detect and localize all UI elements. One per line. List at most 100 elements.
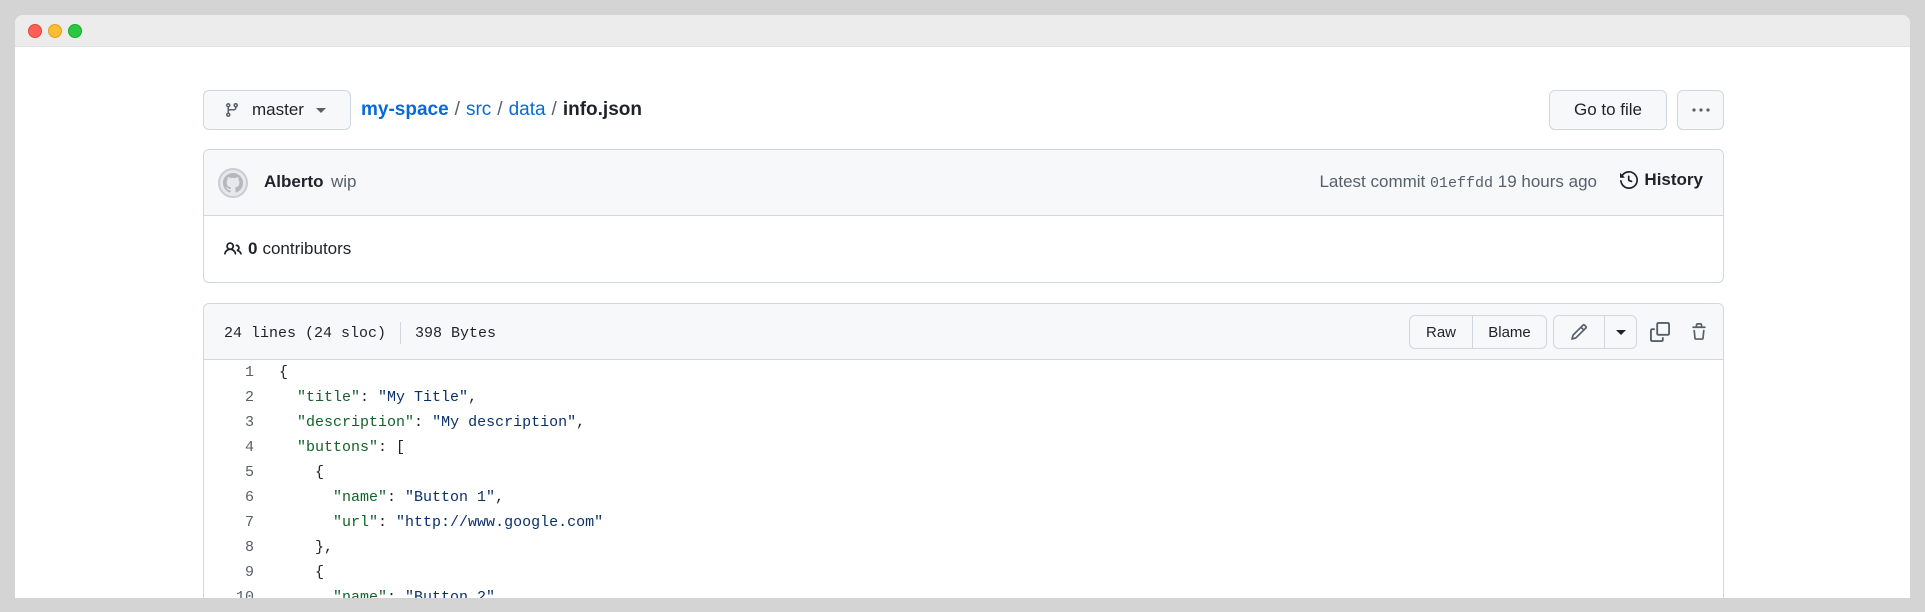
line-content: "name": "Button 1", bbox=[279, 489, 504, 506]
json-string: "My description" bbox=[432, 414, 577, 431]
latest-commit-row: Alberto wip Latest commit 01effdd 19 hou… bbox=[204, 150, 1723, 216]
code-line: 7 "url": "http://www.google.com" bbox=[204, 510, 1723, 535]
json-punctuation: : [ bbox=[378, 439, 406, 456]
raw-blame-group: Raw Blame bbox=[1409, 315, 1547, 349]
json-punctuation: , bbox=[495, 489, 505, 506]
breadcrumb-src-link[interactable]: src bbox=[466, 99, 491, 121]
breadcrumb: my-space / src / data / info.json bbox=[361, 90, 642, 130]
line-content: { bbox=[279, 364, 288, 381]
commit-message[interactable]: wip bbox=[331, 172, 357, 192]
line-number[interactable]: 6 bbox=[204, 489, 254, 506]
json-punctuation: { bbox=[279, 364, 289, 381]
json-punctuation bbox=[279, 589, 333, 598]
contributors-label[interactable]: contributors bbox=[262, 239, 351, 259]
line-content: "buttons": [ bbox=[279, 439, 405, 456]
branch-name: master bbox=[252, 100, 304, 119]
pencil-icon bbox=[1571, 324, 1587, 340]
json-punctuation bbox=[279, 414, 297, 431]
json-string: "Button 2" bbox=[405, 589, 496, 598]
breadcrumb-file-name: info.json bbox=[562, 99, 642, 120]
code-line: 10 "name": "Button 2", bbox=[204, 585, 1723, 598]
line-content: "name": "Button 2", bbox=[279, 589, 504, 598]
line-number[interactable]: 7 bbox=[204, 514, 254, 531]
json-punctuation bbox=[279, 489, 333, 506]
latest-commit-label: Latest commit bbox=[1319, 172, 1426, 191]
raw-button[interactable]: Raw bbox=[1410, 316, 1472, 348]
line-number[interactable]: 4 bbox=[204, 439, 254, 456]
line-content: { bbox=[279, 464, 324, 481]
line-number[interactable]: 1 bbox=[204, 364, 254, 381]
edit-group bbox=[1553, 315, 1637, 349]
json-punctuation: : bbox=[360, 389, 379, 406]
json-key: "buttons" bbox=[297, 439, 379, 456]
json-punctuation: , bbox=[468, 389, 478, 406]
branch-selector-button[interactable]: master bbox=[203, 90, 351, 130]
blame-button[interactable]: Blame bbox=[1472, 316, 1546, 348]
code-line: 6 "name": "Button 1", bbox=[204, 485, 1723, 510]
close-window-button[interactable] bbox=[28, 24, 42, 38]
file-navigation: master my-space / src / data / info.json… bbox=[203, 90, 1724, 130]
line-content: { bbox=[279, 564, 324, 581]
code-view: 1{2 "title": "My Title", 3 "description":… bbox=[204, 360, 1723, 598]
code-line: 1{ bbox=[204, 360, 1723, 385]
line-number[interactable]: 8 bbox=[204, 539, 254, 556]
latest-commit-info: Latest commit 01effdd 19 hours ago bbox=[1319, 172, 1597, 192]
commit-time: 19 hours ago bbox=[1497, 172, 1597, 191]
line-number[interactable]: 2 bbox=[204, 389, 254, 406]
file-header: 24 lines (24 sloc) 398 Bytes Raw Blame bbox=[204, 304, 1723, 360]
go-to-file-button[interactable]: Go to file bbox=[1549, 90, 1667, 130]
more-options-button[interactable] bbox=[1677, 90, 1724, 130]
delete-file-button[interactable] bbox=[1685, 318, 1713, 346]
copy-icon bbox=[1650, 322, 1670, 342]
line-number[interactable]: 5 bbox=[204, 464, 254, 481]
line-number[interactable]: 9 bbox=[204, 564, 254, 581]
kebab-horizontal-icon bbox=[1691, 108, 1710, 112]
line-number[interactable]: 10 bbox=[204, 589, 254, 598]
browser-window: master my-space / src / data / info.json… bbox=[15, 15, 1910, 598]
file-viewer: 24 lines (24 sloc) 398 Bytes Raw Blame 1… bbox=[203, 303, 1724, 598]
json-string: "Button 1" bbox=[405, 489, 496, 506]
json-punctuation: { bbox=[279, 464, 325, 481]
trash-icon bbox=[1692, 323, 1706, 340]
breadcrumb-separator: / bbox=[551, 99, 557, 120]
breadcrumb-repo-link[interactable]: my-space bbox=[361, 99, 449, 121]
maximize-window-button[interactable] bbox=[68, 24, 82, 38]
json-punctuation: : bbox=[387, 489, 406, 506]
chevron-down-icon bbox=[315, 107, 326, 113]
json-string: "My Title" bbox=[378, 389, 469, 406]
json-punctuation: : bbox=[414, 414, 433, 431]
breadcrumb-separator: / bbox=[497, 99, 503, 120]
json-punctuation: : bbox=[387, 589, 406, 598]
minimize-window-button[interactable] bbox=[48, 24, 62, 38]
json-punctuation: }, bbox=[279, 539, 334, 556]
edit-file-button[interactable] bbox=[1554, 316, 1604, 348]
line-content: }, bbox=[279, 539, 333, 556]
line-number[interactable]: 3 bbox=[204, 414, 254, 431]
people-icon bbox=[224, 242, 242, 255]
json-punctuation: { bbox=[279, 564, 325, 581]
json-punctuation bbox=[279, 389, 297, 406]
copy-raw-button[interactable] bbox=[1646, 318, 1674, 346]
contributors-count: 0 bbox=[248, 239, 258, 258]
code-line: 4 "buttons": [ bbox=[204, 435, 1723, 460]
json-key: "url" bbox=[333, 514, 379, 531]
json-key: "description" bbox=[297, 414, 415, 431]
json-key: "name" bbox=[333, 489, 388, 506]
commit-sha-link[interactable]: 01effdd bbox=[1430, 175, 1493, 192]
history-label: History bbox=[1644, 170, 1703, 189]
code-line: 9 { bbox=[204, 560, 1723, 585]
avatar[interactable] bbox=[218, 168, 248, 198]
history-button[interactable]: History bbox=[1620, 170, 1703, 190]
json-punctuation: , bbox=[495, 589, 505, 598]
breadcrumb-data-link[interactable]: data bbox=[509, 99, 546, 121]
json-key: "title" bbox=[297, 389, 361, 406]
json-punctuation bbox=[279, 514, 333, 531]
file-lines-info: 24 lines (24 sloc) bbox=[224, 324, 387, 342]
json-key: "name" bbox=[333, 589, 388, 598]
line-content: "title": "My Title", bbox=[279, 389, 477, 406]
code-line: 8 }, bbox=[204, 535, 1723, 560]
edit-options-dropdown[interactable] bbox=[1604, 316, 1636, 348]
chevron-down-icon bbox=[1615, 329, 1626, 335]
commit-author[interactable]: Alberto bbox=[264, 172, 324, 192]
json-punctuation: , bbox=[576, 414, 586, 431]
